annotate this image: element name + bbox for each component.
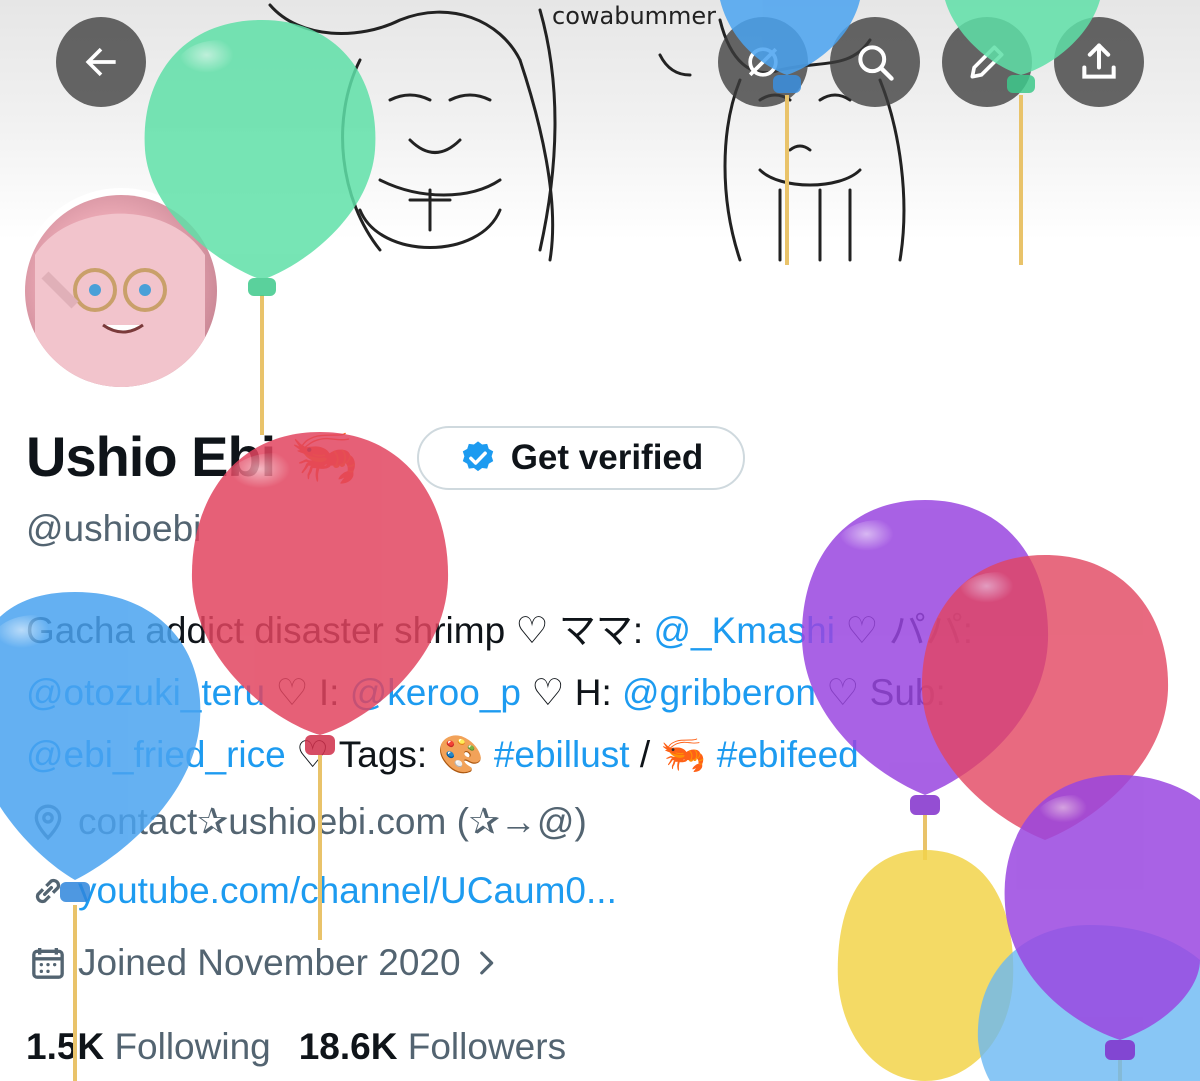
display-name: Ushio Ebi 🦐 [26, 424, 360, 490]
hashtag-link[interactable]: #ebifeed [717, 734, 859, 775]
website-row[interactable]: youtube.com/channel/UCaum0... [28, 870, 617, 912]
display-name-text: Ushio Ebi [26, 425, 276, 488]
purple-balloon-bottom [1004, 775, 1200, 1060]
share-button[interactable] [1054, 17, 1144, 107]
banner-caption: cowabummer [552, 2, 717, 30]
get-verified-label: Get verified [510, 438, 704, 477]
avatar-art [35, 213, 205, 387]
search-button[interactable] [830, 17, 920, 107]
share-upload-icon [1082, 43, 1116, 79]
verified-badge-icon [462, 441, 493, 472]
shrimp-emoji: 🦐 [289, 425, 360, 488]
mention-link[interactable]: @otozuki_teru [26, 672, 265, 713]
yellow-balloon [837, 850, 1014, 1081]
follow-stats: 1.5K Following 18.6K Followers [26, 1026, 566, 1068]
blue-balloon-bottom [977, 925, 1200, 1081]
following-link[interactable]: 1.5K Following [26, 1026, 271, 1068]
chevron-right-icon [479, 951, 493, 975]
mention-link[interactable]: @gribberon [622, 672, 816, 713]
location-pin-icon [34, 803, 62, 840]
get-verified-button[interactable]: Get verified [417, 426, 745, 490]
location-row: contact✰ushioebi.com (✰→@) [28, 800, 587, 843]
profile-bio: Gacha addict disaster shrimp ♡ ママ: @_Kma… [26, 600, 1196, 786]
arrow-left-icon [85, 47, 116, 77]
website-link[interactable]: youtube.com/channel/UCaum0... [78, 870, 617, 912]
link-icon [35, 878, 61, 904]
joined-date: Joined November 2020 [78, 942, 461, 983]
followers-link[interactable]: 18.6K Followers [299, 1026, 566, 1068]
following-count: 1.5K [26, 1026, 105, 1067]
avatar-image [25, 195, 217, 387]
bio-line-1: Gacha addict disaster shrimp ♡ ママ: @_Kma… [26, 610, 973, 651]
mention-link[interactable]: @keroo_p [350, 672, 521, 713]
mention-link[interactable]: @_Kmashi [653, 610, 835, 651]
followers-count: 18.6K [298, 1026, 398, 1067]
edit-button[interactable] [942, 17, 1032, 107]
joined-row[interactable]: Joined November 2020 [28, 942, 513, 984]
calendar-icon [32, 948, 64, 979]
grok-icon [748, 47, 778, 77]
pencil-icon [970, 45, 1004, 79]
following-label: Following [114, 1026, 271, 1067]
search-icon [858, 45, 894, 81]
location-text: contact✰ushioebi.com (✰→@) [78, 801, 587, 842]
followers-label: Followers [407, 1026, 567, 1067]
bio-line-2: @otozuki_teru ♡ I: @keroo_p ♡ H: @gribbe… [26, 672, 946, 713]
profile-handle: @ushioebi [26, 508, 202, 549]
bio-line-3: @ebi_fried_rice ♡ Tags: 🎨 #ebillust / 🦐 … [26, 734, 859, 775]
grok-button[interactable] [718, 17, 808, 107]
profile-avatar[interactable] [18, 188, 224, 394]
mention-link[interactable]: @ebi_fried_rice [26, 734, 286, 775]
hashtag-link[interactable]: #ebillust [494, 734, 630, 775]
back-button[interactable] [56, 17, 146, 107]
